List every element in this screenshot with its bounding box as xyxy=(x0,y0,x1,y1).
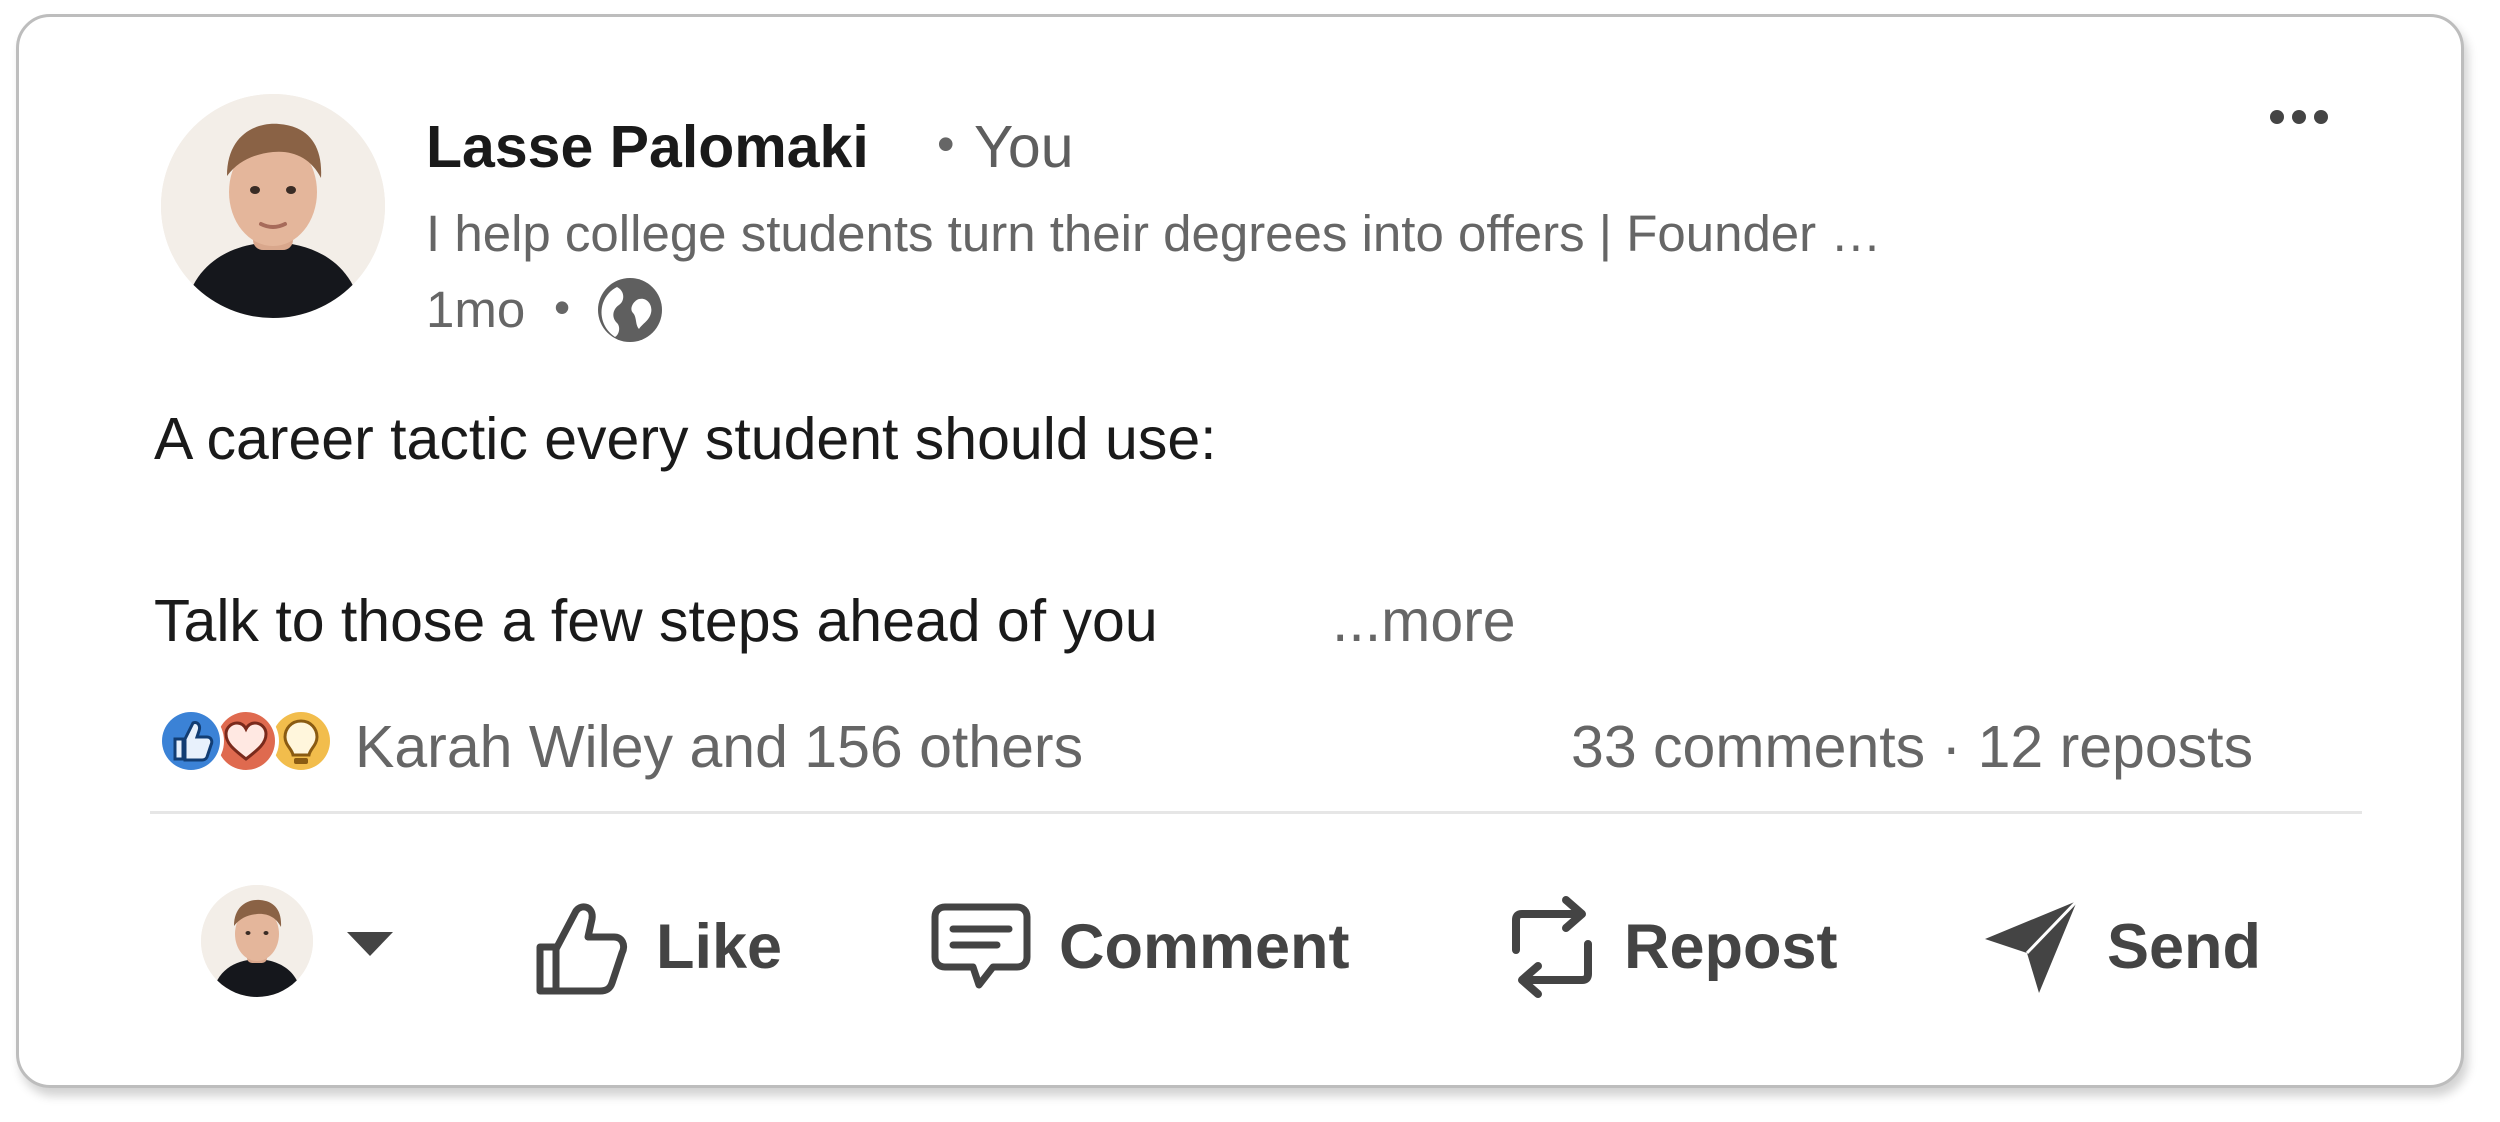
post-time: 1mo xyxy=(426,281,526,338)
separator-dot: • xyxy=(937,116,955,172)
more-options-icon[interactable] xyxy=(2259,97,2339,137)
self-avatar xyxy=(201,885,313,997)
post-card: Lasse Palomaki • You I help college stud… xyxy=(16,14,2464,1088)
like-label: Like xyxy=(656,912,783,982)
reaction-icons[interactable] xyxy=(155,705,351,777)
comment-button[interactable]: Comment xyxy=(929,897,1350,997)
repost-button[interactable]: Repost xyxy=(1506,896,1838,998)
like-button[interactable]: Like xyxy=(532,897,782,997)
author-headline: I help college students turn their degre… xyxy=(426,205,1882,262)
repost-label: Repost xyxy=(1624,912,1838,982)
divider xyxy=(150,811,2362,814)
see-more-link[interactable]: ...more xyxy=(1332,587,1516,655)
comment-icon xyxy=(931,903,1031,989)
send-icon xyxy=(1985,899,2079,993)
chevron-down-icon[interactable] xyxy=(347,932,393,956)
send-label: Send xyxy=(2107,912,2262,982)
repost-icon xyxy=(1512,896,1592,998)
comment-label: Comment xyxy=(1059,912,1350,982)
time-separator-dot: • xyxy=(554,281,571,333)
post-text-line: A career tactic every student should use… xyxy=(154,406,1217,472)
relation-label: You xyxy=(974,114,1074,180)
like-reaction-icon xyxy=(158,708,224,774)
globe-icon xyxy=(595,275,665,345)
author-avatar[interactable] xyxy=(161,94,385,318)
comments-reposts-count[interactable]: 33 comments · 12 reposts xyxy=(1571,713,2253,781)
post-text-line: Talk to those a few steps ahead of you xyxy=(154,588,1158,654)
author-name[interactable]: Lasse Palomaki xyxy=(426,113,869,181)
reactions-summary[interactable]: Karah Wiley and 156 others xyxy=(355,713,1083,781)
reaction-identity-selector[interactable] xyxy=(194,879,434,999)
send-button[interactable]: Send xyxy=(1981,897,2261,997)
thumbs-up-icon xyxy=(536,903,628,995)
